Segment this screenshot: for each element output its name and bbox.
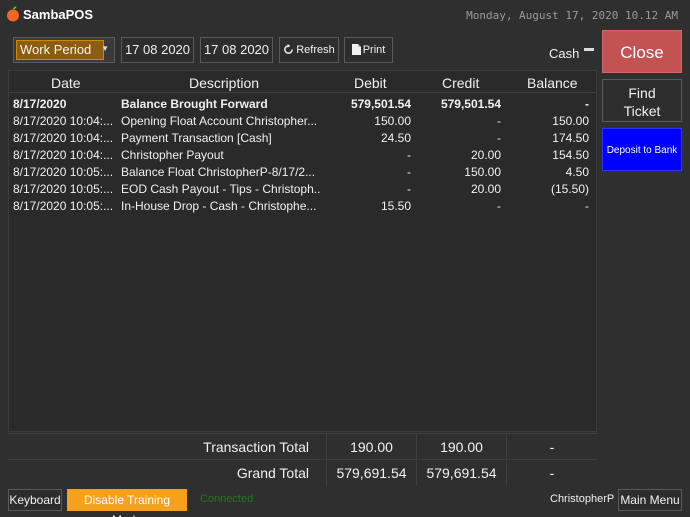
row-debit: 24.50 [380, 131, 411, 145]
row-date: 8/17/2020 10:04:... [13, 148, 114, 162]
row-credit: 579,501.54 [440, 97, 501, 111]
find-ticket-label-line2: Ticket [623, 103, 661, 119]
row-debit: - [407, 165, 411, 179]
print-icon [351, 44, 361, 55]
grid-header: Date Description Debit Credit Balance [9, 73, 596, 93]
row-description: EOD Cash Payout - Tips - Christoph... [121, 182, 321, 196]
row-date: 8/17/2020 10:04:... [13, 114, 114, 128]
row-debit: 15.50 [380, 199, 411, 213]
row-date: 8/17/2020 [13, 97, 67, 111]
deposit-to-bank-button[interactable]: Deposit to Bank [602, 128, 682, 171]
footer-bar: Keyboard Disable Training Mode Connected… [0, 486, 690, 517]
transaction-total-credit: 190.00 [416, 434, 506, 460]
row-credit: 150.00 [464, 165, 501, 179]
table-row[interactable]: 8/17/2020 10:05:... In-House Drop - Cash… [9, 198, 596, 215]
disable-training-mode-button[interactable]: Disable Training Mode [67, 489, 187, 517]
table-row[interactable]: 8/17/2020 10:04:... Christopher Payout -… [9, 147, 596, 164]
row-date: 8/17/2020 10:04:... [13, 131, 114, 145]
refresh-icon [284, 44, 294, 54]
row-description: Balance Float ChristopherP-8/17/2... [121, 165, 316, 179]
row-debit: 579,501.54 [350, 97, 411, 111]
row-credit: - [497, 199, 501, 213]
row-credit: - [497, 131, 501, 145]
transaction-total-label: Transaction Total [203, 439, 309, 455]
row-debit: - [407, 182, 411, 196]
row-date: 8/17/2020 10:05:... [13, 165, 114, 179]
find-ticket-button[interactable]: Find Ticket [602, 79, 682, 122]
account-selector[interactable]: Cash [549, 46, 579, 61]
table-row[interactable]: 8/17/2020 10:05:... Balance Float Christ… [9, 164, 596, 181]
row-description: Opening Float Account Christopher... [121, 114, 318, 128]
row-date: 8/17/2020 10:05:... [13, 199, 114, 213]
transaction-total-debit: 190.00 [326, 434, 416, 460]
row-balance: - [585, 97, 589, 111]
refresh-label: Refresh [296, 44, 335, 56]
grand-total-row: Grand Total 579,691.54 579,691.54 - [8, 459, 597, 486]
refresh-button[interactable]: Refresh [279, 37, 339, 63]
column-header-date[interactable]: Date [51, 75, 81, 91]
sambapos-logo-icon [7, 6, 19, 22]
row-date: 8/17/2020 10:05:... [13, 182, 114, 196]
row-debit: 150.00 [374, 114, 411, 128]
print-button[interactable]: Print [344, 37, 393, 63]
row-credit: 20.00 [470, 148, 501, 162]
row-balance: 150.00 [552, 114, 589, 128]
totals-panel: Transaction Total 190.00 190.00 - Grand … [8, 433, 597, 486]
row-balance: 154.50 [552, 148, 589, 162]
row-description: In-House Drop - Cash - Christophe... [121, 199, 317, 213]
column-header-credit[interactable]: Credit [442, 75, 479, 91]
end-date-input[interactable]: 17 08 2020 [200, 37, 273, 63]
row-description: Balance Brought Forward [121, 97, 268, 111]
grand-total-label: Grand Total [236, 465, 309, 481]
grand-total-credit: 579,691.54 [416, 460, 506, 486]
column-header-balance[interactable]: Balance [527, 75, 578, 91]
find-ticket-label-line1: Find [628, 85, 656, 101]
account-transactions-grid: Date Description Debit Credit Balance 8/… [8, 70, 597, 432]
period-filter-dropdown[interactable]: Work Period ▼ [13, 37, 115, 63]
close-button[interactable]: Close [602, 30, 682, 73]
row-credit: 20.00 [470, 182, 501, 196]
connection-status: Connected [200, 493, 254, 505]
chevron-down-icon[interactable]: ▬ [584, 43, 594, 54]
transaction-total-balance: - [506, 434, 597, 460]
row-balance: (15.50) [550, 182, 589, 196]
period-filter-value: Work Period [16, 40, 104, 60]
row-balance: 4.50 [565, 165, 589, 179]
table-row[interactable]: 8/17/2020 10:04:... Opening Float Accoun… [9, 113, 596, 130]
row-description: Payment Transaction [Cash] [121, 131, 272, 145]
brand-name: SambaPOS [23, 7, 94, 22]
start-date-input[interactable]: 17 08 2020 [121, 37, 194, 63]
main-menu-button[interactable]: Main Menu [618, 489, 682, 511]
title-bar: SambaPOS Monday, August 17, 2020 10.12 A… [0, 0, 690, 31]
chevron-down-icon: ▼ [101, 44, 109, 53]
table-row[interactable]: 8/17/2020 10:05:... EOD Cash Payout - Ti… [9, 181, 596, 198]
print-label: Print [362, 44, 386, 56]
keyboard-button[interactable]: Keyboard [8, 489, 62, 511]
grand-total-debit: 579,691.54 [326, 460, 416, 486]
table-row[interactable]: 8/17/2020 10:04:... Payment Transaction … [9, 130, 596, 147]
row-credit: - [497, 114, 501, 128]
row-debit: - [407, 148, 411, 162]
current-datetime: Monday, August 17, 2020 10.12 AM [466, 9, 678, 22]
column-header-debit[interactable]: Debit [354, 75, 387, 91]
grand-total-balance: - [506, 460, 597, 486]
row-balance: - [585, 199, 589, 213]
transaction-total-row: Transaction Total 190.00 190.00 - [8, 433, 597, 460]
column-header-description[interactable]: Description [189, 75, 259, 91]
row-description: Christopher Payout [121, 148, 224, 162]
current-user: ChristopherP [550, 493, 615, 505]
table-row[interactable]: 8/17/2020 Balance Brought Forward 579,50… [9, 96, 596, 113]
row-balance: 174.50 [552, 131, 589, 145]
